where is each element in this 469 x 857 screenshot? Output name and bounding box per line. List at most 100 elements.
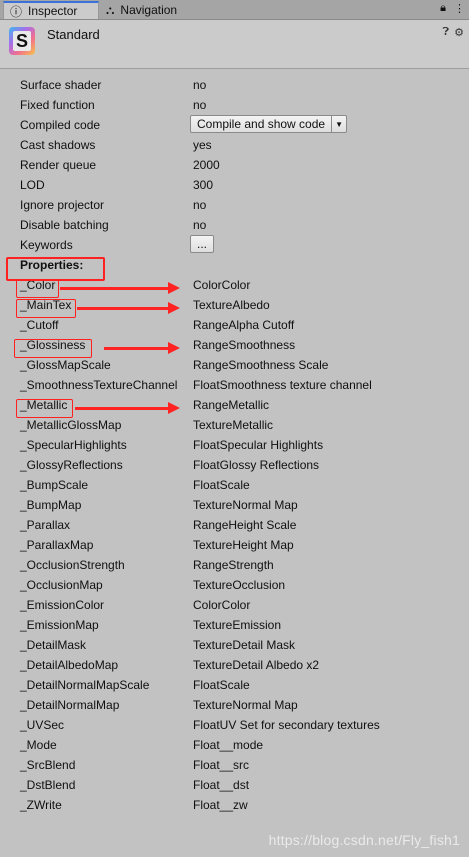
info-key: Disable batching	[20, 218, 109, 232]
property-row: _BumpScale FloatScale	[0, 474, 469, 494]
property-name: _EmissionMap	[20, 618, 99, 632]
property-name: _DetailMask	[20, 638, 87, 652]
info-key: Surface shader	[20, 78, 102, 92]
property-value: Float__mode	[193, 738, 264, 752]
info-row: LOD 300	[0, 174, 469, 194]
property-name: _MetallicGlossMap	[20, 418, 122, 432]
property-value: FloatGlossy Reflections	[193, 458, 320, 472]
info-value: no	[193, 98, 207, 112]
info-value: no	[193, 198, 207, 212]
arrow-icon	[60, 282, 180, 294]
property-row: _DstBlend Float__dst	[0, 774, 469, 794]
property-name: _Mode	[20, 738, 57, 752]
help-icon[interactable]: ❓︎	[443, 26, 450, 39]
property-row: _Parallax RangeHeight Scale	[0, 514, 469, 534]
property-name: _ZWrite	[20, 798, 62, 812]
inspector-header: S Standard ❓︎ ⚙	[0, 20, 469, 69]
info-row: Keywords ...	[0, 234, 469, 254]
property-value: RangeHeight Scale	[193, 518, 297, 532]
property-name: _GlossMapScale	[20, 358, 111, 372]
keywords-button[interactable]: ...	[190, 235, 214, 253]
info-key: Fixed function	[20, 98, 95, 112]
info-key: Cast shadows	[20, 138, 96, 152]
info-row: Compiled code Compile and show code ▼	[0, 114, 469, 134]
watermark: https://blog.csdn.net/Fly_fish1	[268, 832, 460, 848]
property-name: _SmoothnessTextureChannel	[20, 378, 178, 392]
property-value: FloatSmoothness texture channel	[193, 378, 372, 392]
property-row: _DetailMask TextureDetail Mask	[0, 634, 469, 654]
property-name: _DetailAlbedoMap	[20, 658, 119, 672]
metallic-highlight-box	[16, 399, 73, 418]
property-name: _SrcBlend	[20, 758, 76, 772]
compile-and-show-code-button[interactable]: Compile and show code ▼	[190, 115, 348, 133]
compile-button-label: Compile and show code	[197, 117, 326, 131]
property-value: RangeSmoothness	[193, 338, 296, 352]
glossiness-highlight-box	[14, 339, 92, 358]
info-row: Surface shader no	[0, 74, 469, 94]
property-row: _DetailNormalMap TextureNormal Map	[0, 694, 469, 714]
property-value: Float__src	[193, 758, 250, 772]
arrow-icon	[104, 342, 180, 354]
property-name: _ParallaxMap	[20, 538, 94, 552]
property-value: RangeMetallic	[193, 398, 270, 412]
property-value: ColorColor	[193, 278, 251, 292]
property-name: _BumpMap	[20, 498, 82, 512]
tab-navigation-label: Navigation	[120, 3, 178, 17]
properties-highlight-box	[6, 257, 105, 281]
arrow-icon	[75, 402, 180, 414]
property-name: _DetailNormalMapScale	[20, 678, 150, 692]
property-row: _ZWrite Float__zw	[0, 794, 469, 814]
property-value: Float__zw	[193, 798, 248, 812]
tab-inspector[interactable]: ⓘ Inspector	[3, 1, 99, 19]
shader-info-list: Surface shader no Fixed function no Comp…	[0, 74, 469, 814]
property-row: _UVSec FloatUV Set for secondary textures	[0, 714, 469, 734]
gear-icon[interactable]: ⚙	[454, 26, 464, 39]
property-value: TextureAlbedo	[193, 298, 270, 312]
info-row: Render queue 2000	[0, 154, 469, 174]
tab-navigation[interactable]: ⛬ Navigation	[100, 1, 185, 19]
property-name: _UVSec	[20, 718, 65, 732]
maintex-highlight-box	[16, 299, 76, 318]
property-value: Float__dst	[193, 778, 250, 792]
property-row: _DetailNormalMapScale FloatScale	[0, 674, 469, 694]
info-key: Keywords	[20, 238, 73, 252]
tab-bar: ⓘ Inspector ⛬ Navigation 🔒︎ ⋮	[0, 0, 469, 20]
property-value: FloatScale	[193, 478, 250, 492]
property-name: _DetailNormalMap	[20, 698, 120, 712]
tab-inspector-label: Inspector	[28, 4, 78, 18]
property-value: TextureHeight Map	[193, 538, 294, 552]
property-value: TextureOcclusion	[193, 578, 286, 592]
lock-icon[interactable]: 🔒︎	[440, 2, 446, 15]
property-name: _Cutoff	[20, 318, 59, 332]
property-name: _DstBlend	[20, 778, 76, 792]
dropdown-arrow-icon[interactable]: ▼	[331, 116, 346, 132]
property-value: FloatScale	[193, 678, 250, 692]
info-value: no	[193, 218, 207, 232]
property-name: _OcclusionStrength	[20, 558, 125, 572]
property-name: _BumpScale	[20, 478, 89, 492]
info-key: Render queue	[20, 158, 97, 172]
property-row: _ParallaxMap TextureHeight Map	[0, 534, 469, 554]
info-row: Ignore projector no	[0, 194, 469, 214]
property-value: TextureNormal Map	[193, 698, 298, 712]
property-row: _SmoothnessTextureChannel FloatSmoothness…	[0, 374, 469, 394]
property-row: _EmissionMap TextureEmission	[0, 614, 469, 634]
property-value: ColorColor	[193, 598, 251, 612]
info-row: Cast shadows yes	[0, 134, 469, 154]
menu-icon[interactable]: ⋮	[454, 2, 465, 15]
property-value: RangeAlpha Cutoff	[193, 318, 295, 332]
page-title: Standard	[47, 27, 100, 42]
property-value: TextureEmission	[193, 618, 282, 632]
info-row: Disable batching no	[0, 214, 469, 234]
info-value: yes	[193, 138, 212, 152]
color-highlight-box	[16, 279, 59, 298]
property-row: _SpecularHighlights FloatSpecular Highlig…	[0, 434, 469, 454]
keywords-button-label: ...	[196, 237, 207, 251]
info-value: no	[193, 78, 207, 92]
property-row: _Mode Float__mode	[0, 734, 469, 754]
info-key: LOD	[20, 178, 45, 192]
property-name: _Parallax	[20, 518, 71, 532]
property-row: _OcclusionStrength RangeStrength	[0, 554, 469, 574]
info-value: 2000	[193, 158, 220, 172]
property-value: TextureDetail Mask	[193, 638, 296, 652]
